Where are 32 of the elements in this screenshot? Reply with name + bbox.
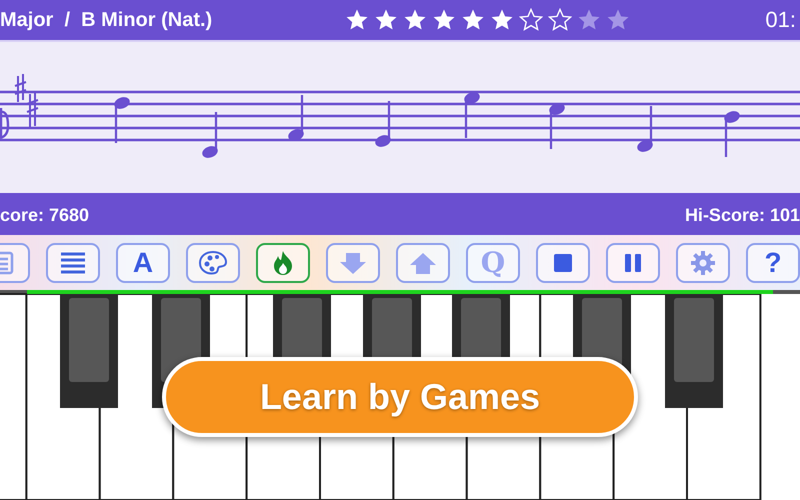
gear-button[interactable] bbox=[676, 242, 730, 282]
note-icon bbox=[114, 97, 130, 143]
star-icon bbox=[461, 8, 485, 32]
gear-icon bbox=[688, 250, 718, 276]
clef-icon bbox=[0, 106, 10, 140]
note-icon bbox=[288, 95, 304, 141]
hi-score-label: Hi-Score: 101 bbox=[684, 204, 800, 226]
timer: 01: bbox=[765, 7, 797, 33]
note-icon bbox=[464, 92, 480, 138]
stop-button[interactable] bbox=[536, 242, 590, 282]
sharp-icon bbox=[14, 74, 26, 102]
note-icon bbox=[549, 103, 565, 149]
flame-button[interactable] bbox=[256, 242, 310, 282]
star-icon bbox=[432, 8, 456, 32]
star-icon bbox=[374, 8, 398, 32]
menu-icon bbox=[58, 250, 88, 276]
letter-button[interactable]: A bbox=[116, 242, 170, 282]
note-icon bbox=[637, 106, 653, 152]
star-icon bbox=[345, 8, 369, 32]
palette-button[interactable] bbox=[186, 242, 240, 282]
letter-button[interactable]: ? bbox=[746, 242, 800, 282]
scale-title: Major / B Minor (Nat.) bbox=[0, 8, 214, 32]
note-icon bbox=[202, 112, 218, 158]
star-icon bbox=[490, 8, 514, 32]
pause-button[interactable] bbox=[606, 242, 660, 282]
palette-icon bbox=[198, 250, 228, 276]
note-icon bbox=[724, 111, 740, 157]
score-label: core: 7680 bbox=[0, 204, 90, 226]
note-icon bbox=[375, 101, 391, 147]
star-icon bbox=[403, 8, 427, 32]
menu-button[interactable] bbox=[46, 242, 100, 282]
sharp-icon bbox=[26, 92, 38, 128]
